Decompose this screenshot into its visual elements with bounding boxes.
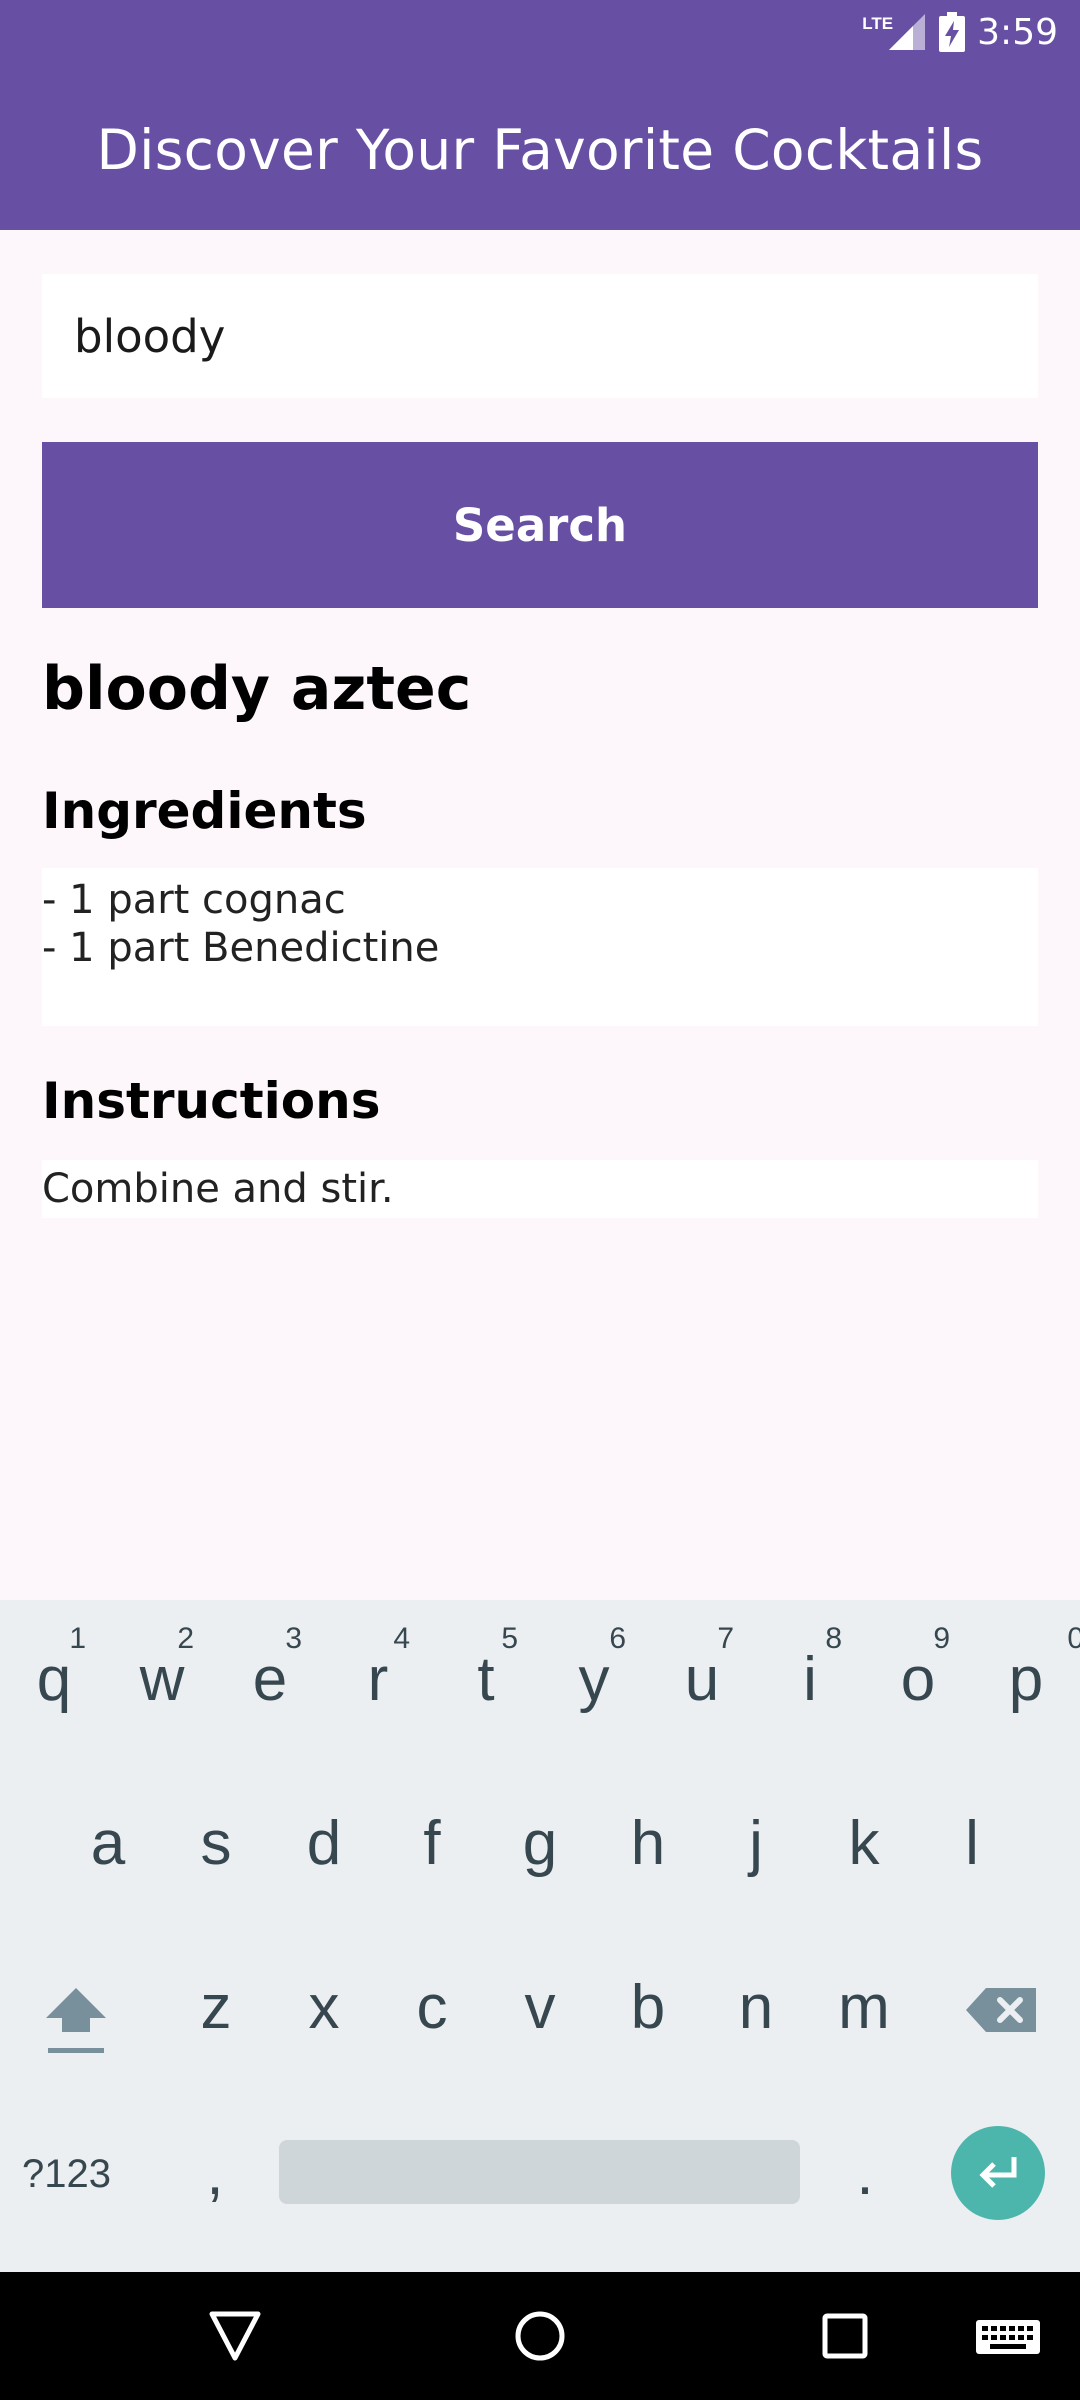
recents-icon: [822, 2313, 868, 2359]
shift-icon: [46, 1988, 106, 2053]
ingredients-list: - 1 part cognac - 1 part Benedictine: [42, 868, 1038, 1026]
key-m[interactable]: m: [810, 1928, 918, 2092]
key-letter: l: [965, 1809, 979, 1878]
key-e[interactable]: 3e: [216, 1600, 324, 1764]
period-key[interactable]: .: [830, 2092, 900, 2256]
back-icon: [209, 2311, 261, 2361]
key-r[interactable]: 4r: [324, 1600, 432, 1764]
key-x[interactable]: x: [270, 1928, 378, 2092]
key-h[interactable]: h: [594, 1764, 702, 1928]
soft-keyboard: 1q2w3e4r5t6y7u8i9o0p a s d f g h j k l z x c v b nm ?…: [0, 1600, 1080, 2272]
key-y[interactable]: 6y: [540, 1600, 648, 1764]
key-letter: x: [308, 1973, 340, 2042]
ingredient-item: - 1 part Benedictine: [42, 925, 440, 971]
key-letter: e: [252, 1645, 288, 1714]
app-title: Discover Your Favorite Cocktails: [96, 118, 984, 182]
key-t[interactable]: 5t: [432, 1600, 540, 1764]
key-c[interactable]: c: [378, 1928, 486, 2092]
key-k[interactable]: k: [810, 1764, 918, 1928]
space-bar[interactable]: [279, 2140, 800, 2204]
key-letter: m: [838, 1973, 890, 2042]
ingredient-item: - 1 part cognac: [42, 877, 346, 923]
key-letter: d: [306, 1809, 342, 1878]
backspace-key[interactable]: [966, 1928, 1046, 2092]
keyboard-row-4: ?123 , .: [0, 2092, 1080, 2256]
key-j[interactable]: j: [702, 1764, 810, 1928]
key-s[interactable]: s: [162, 1764, 270, 1928]
key-v[interactable]: v: [486, 1928, 594, 2092]
drink-name: bloody aztec: [42, 654, 472, 724]
key-q[interactable]: 1q: [0, 1600, 108, 1764]
key-n[interactable]: n: [702, 1928, 810, 2092]
key-letter: w: [139, 1645, 185, 1714]
key-letter: p: [1008, 1645, 1044, 1714]
shift-key[interactable]: [36, 1928, 116, 2092]
enter-icon: [979, 2157, 1017, 2188]
key-letter: z: [200, 1973, 232, 2042]
home-button[interactable]: [500, 2296, 580, 2376]
keyboard-switch-button[interactable]: [960, 2296, 1060, 2376]
key-letter: s: [200, 1809, 232, 1878]
navigation-bar: [0, 2272, 1080, 2400]
comma-key[interactable]: ,: [180, 2092, 250, 2256]
backspace-icon: [966, 1988, 1036, 2032]
instructions-text: Combine and stir.: [42, 1166, 394, 1212]
key-f[interactable]: f: [378, 1764, 486, 1928]
key-letter: i: [803, 1645, 817, 1714]
keyboard-row-2: asdfghjkl: [0, 1764, 1080, 1928]
key-letter: g: [522, 1809, 558, 1878]
status-bar: LTE 3:59: [862, 8, 1058, 56]
enter-key[interactable]: [951, 2126, 1045, 2220]
key-letter: r: [367, 1645, 389, 1714]
key-a[interactable]: a: [54, 1764, 162, 1928]
keyboard-row-1: 1q2w3e4r5t6y7u8i9o0p: [0, 1600, 1080, 1764]
ingredients-heading: Ingredients: [42, 782, 367, 840]
key-letter: h: [630, 1809, 666, 1878]
network-indicator: LTE: [862, 12, 927, 52]
key-letter: f: [423, 1809, 441, 1878]
app-bar: LTE 3:59 Discover Your Favorite Cocktail…: [0, 0, 1080, 230]
symbols-key[interactable]: ?123: [22, 2092, 111, 2256]
home-icon: [515, 2311, 565, 2361]
key-p[interactable]: 0p: [972, 1600, 1080, 1764]
key-z[interactable]: z: [162, 1928, 270, 2092]
key-w[interactable]: 2w: [108, 1600, 216, 1764]
recents-button[interactable]: [805, 2296, 885, 2376]
signal-icon: [889, 14, 926, 50]
instructions-heading: Instructions: [42, 1072, 381, 1130]
keyboard-icon: [976, 2320, 1040, 2354]
search-button[interactable]: Search: [42, 442, 1038, 608]
key-letter: j: [749, 1809, 763, 1878]
key-letter: k: [848, 1809, 880, 1878]
key-letter: a: [90, 1809, 126, 1878]
key-letter: u: [684, 1645, 720, 1714]
key-letter: b: [630, 1973, 666, 2042]
key-b[interactable]: b: [594, 1928, 702, 2092]
key-d[interactable]: d: [270, 1764, 378, 1928]
key-i[interactable]: 8i: [756, 1600, 864, 1764]
key-o[interactable]: 9o: [864, 1600, 972, 1764]
key-letter: o: [900, 1645, 936, 1714]
key-letter: c: [416, 1973, 448, 2042]
search-input[interactable]: [42, 274, 1038, 398]
key-letter: n: [738, 1973, 774, 2042]
key-letter: v: [524, 1973, 556, 2042]
key-letter: q: [36, 1645, 72, 1714]
key-g[interactable]: g: [486, 1764, 594, 1928]
clock: 3:59: [977, 11, 1058, 53]
key-letter: y: [578, 1645, 610, 1714]
keyboard-row-3: z x c v b nm: [0, 1928, 1080, 2092]
key-u[interactable]: 7u: [648, 1600, 756, 1764]
key-l[interactable]: l: [918, 1764, 1026, 1928]
battery-charging-icon: [939, 12, 966, 52]
key-letter: t: [477, 1645, 495, 1714]
back-button[interactable]: [195, 2296, 275, 2376]
instructions-panel: Combine and stir.: [42, 1160, 1038, 1218]
